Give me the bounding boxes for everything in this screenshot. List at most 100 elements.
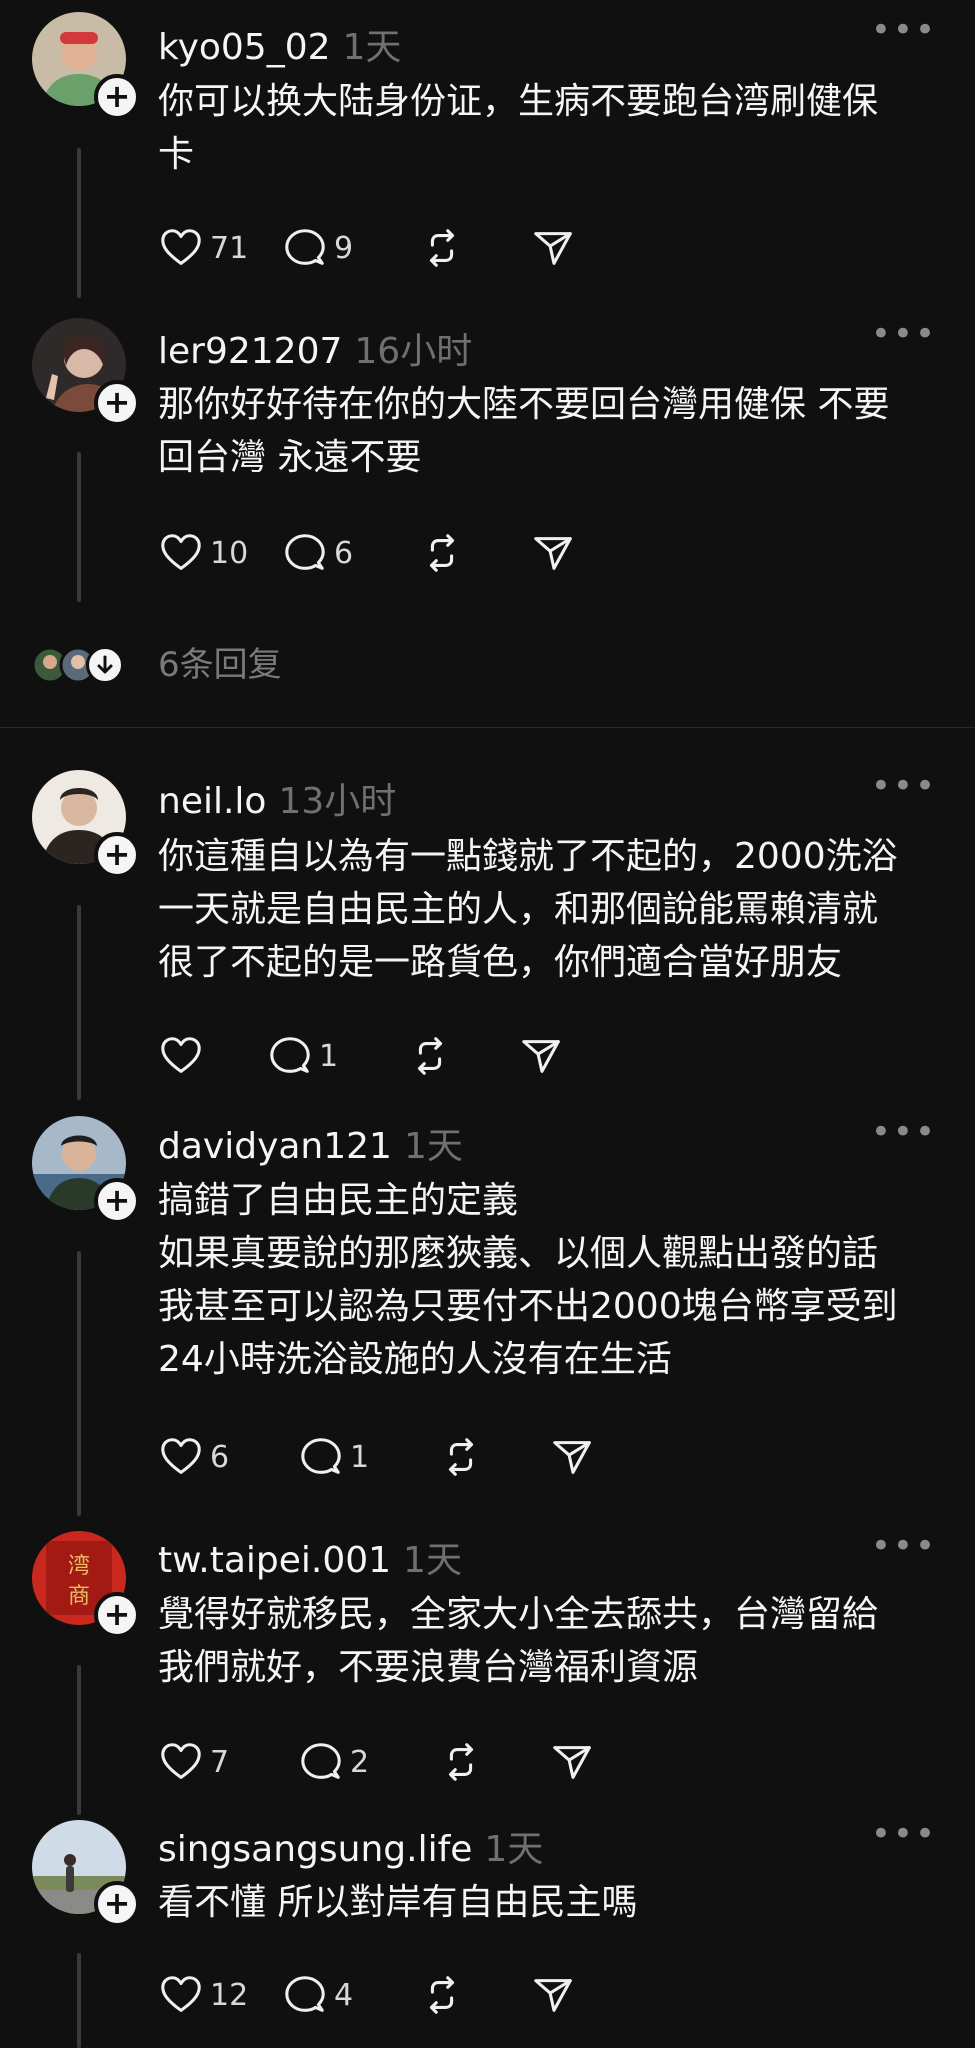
- follow-plus-icon[interactable]: +: [94, 1592, 140, 1638]
- like-count: 12: [210, 1977, 249, 2013]
- share-button[interactable]: [530, 223, 576, 273]
- follow-plus-icon[interactable]: +: [94, 1881, 140, 1927]
- heart-icon: [158, 530, 204, 576]
- action-bar: 7 2: [158, 1737, 595, 1787]
- comment-button[interactable]: 9: [282, 223, 419, 273]
- username[interactable]: ler921207 16小时: [158, 322, 472, 374]
- comment-count: 1: [319, 1038, 339, 1074]
- comment-button[interactable]: 6: [282, 528, 419, 578]
- more-icon[interactable]: •••: [871, 766, 937, 806]
- divider: [0, 727, 975, 728]
- repost-button[interactable]: [407, 1031, 518, 1081]
- post-text: 覺得好就移民，全家大小全去舔共，台灣留給 我們就好，不要浪費台灣福利資源: [158, 1588, 948, 1694]
- heart-icon: [158, 1033, 204, 1079]
- more-icon[interactable]: •••: [871, 1526, 937, 1566]
- like-count: 71: [210, 230, 249, 266]
- comment-button[interactable]: 2: [298, 1737, 438, 1787]
- more-icon[interactable]: •••: [871, 10, 937, 50]
- like-button[interactable]: 71: [158, 223, 282, 273]
- post-text: 看不懂 所以對岸有自由民主嗎: [158, 1876, 948, 1929]
- repost-icon: [419, 1972, 465, 2018]
- repost-icon: [419, 225, 465, 271]
- like-count: 10: [210, 535, 249, 571]
- follow-plus-icon[interactable]: +: [94, 832, 140, 878]
- share-button[interactable]: [530, 1970, 576, 2020]
- action-bar: 71 9: [158, 223, 576, 273]
- like-button[interactable]: 6: [158, 1432, 298, 1482]
- post-time: 1天: [342, 27, 402, 68]
- repost-button[interactable]: [419, 1970, 530, 2020]
- share-button[interactable]: [549, 1432, 595, 1482]
- post-text-line: 你可以换大陆身份证，生病不要跑台湾刷健保: [158, 81, 879, 122]
- comment-button[interactable]: 1: [298, 1432, 438, 1482]
- post-text-line: 卡: [158, 134, 195, 175]
- share-button[interactable]: [518, 1031, 564, 1081]
- follow-plus-icon[interactable]: +: [94, 1178, 140, 1224]
- reply-avatars[interactable]: [30, 640, 130, 690]
- repost-icon: [438, 1739, 484, 1785]
- share-icon: [530, 530, 576, 576]
- heart-icon: [158, 1972, 204, 2018]
- comment-button[interactable]: 4: [282, 1970, 419, 2020]
- share-button[interactable]: [530, 528, 576, 578]
- username-text[interactable]: singsangsung.life: [158, 1829, 472, 1870]
- comment-button[interactable]: 1: [267, 1031, 407, 1081]
- post-text: 搞錯了自由民主的定義 如果真要說的那麼狹義、以個人觀點出發的話 我甚至可以認為只…: [158, 1174, 948, 1386]
- username-text[interactable]: tw.taipei.001: [158, 1540, 391, 1581]
- follow-plus-icon[interactable]: +: [94, 380, 140, 426]
- repost-button[interactable]: [438, 1432, 549, 1482]
- comment-count: 2: [350, 1744, 370, 1780]
- username[interactable]: neil.lo 13小时: [158, 772, 396, 824]
- heart-icon: [158, 1434, 204, 1480]
- like-button[interactable]: [158, 1031, 267, 1081]
- follow-plus-icon[interactable]: +: [94, 74, 140, 120]
- username[interactable]: singsangsung.life 1天: [158, 1820, 543, 1872]
- comment-icon: [267, 1033, 313, 1079]
- svg-text:商: 商: [68, 1584, 90, 1609]
- more-icon[interactable]: •••: [871, 1112, 937, 1152]
- username[interactable]: tw.taipei.001 1天: [158, 1531, 462, 1583]
- chevron-down-icon[interactable]: [86, 646, 124, 684]
- post-text-line: 覺得好就移民，全家大小全去舔共，台灣留給: [158, 1594, 879, 1635]
- repost-icon: [407, 1033, 453, 1079]
- action-bar: 10 6: [158, 528, 576, 578]
- post-time: 1天: [403, 1540, 462, 1581]
- repost-button[interactable]: [438, 1737, 549, 1787]
- username-text[interactable]: neil.lo: [158, 781, 266, 822]
- share-button[interactable]: [549, 1737, 595, 1787]
- like-button[interactable]: 7: [158, 1737, 298, 1787]
- thread-line: [77, 905, 81, 1100]
- post-text-line: 24小時洗浴設施的人沒有在生活: [158, 1339, 672, 1380]
- repost-icon: [419, 530, 465, 576]
- action-bar: 1: [158, 1031, 564, 1081]
- username-text[interactable]: ler921207: [158, 331, 342, 372]
- post-time: 13小时: [278, 781, 397, 822]
- like-button[interactable]: 12: [158, 1970, 282, 2020]
- comment-icon: [282, 225, 328, 271]
- view-replies-link[interactable]: 6条回复: [158, 640, 282, 690]
- username[interactable]: davidyan121 1天: [158, 1117, 463, 1169]
- share-icon: [530, 1972, 576, 2018]
- comment-count: 9: [334, 230, 354, 266]
- post-text-line: 如果真要說的那麼狹義、以個人觀點出發的話: [158, 1233, 879, 1274]
- more-icon[interactable]: •••: [871, 314, 937, 354]
- thread-line: [77, 1665, 81, 1815]
- share-icon: [549, 1739, 595, 1785]
- thread-line: [77, 452, 81, 602]
- like-button[interactable]: 10: [158, 528, 282, 578]
- more-icon[interactable]: •••: [871, 1814, 937, 1854]
- post-text-line: 那你好好待在你的大陸不要回台灣用健保 不要: [158, 384, 890, 425]
- comment-icon: [298, 1739, 344, 1785]
- username-text[interactable]: davidyan121: [158, 1126, 392, 1167]
- repost-button[interactable]: [419, 223, 530, 273]
- post-text-line: 我甚至可以認為只要付不出2000塊台幣享受到: [158, 1286, 898, 1327]
- post-text-line: 搞錯了自由民主的定義: [158, 1180, 519, 1221]
- post-text: 你這種自以為有一點錢就了不起的，2000洗浴 一天就是自由民主的人，和那個說能罵…: [158, 830, 948, 989]
- comment-icon: [282, 1972, 328, 2018]
- username[interactable]: kyo05_02 1天: [158, 18, 401, 70]
- svg-text:湾: 湾: [68, 1554, 90, 1579]
- repost-button[interactable]: [419, 528, 530, 578]
- username-text[interactable]: kyo05_02: [158, 27, 331, 68]
- comment-icon: [298, 1434, 344, 1480]
- thread-line: [77, 148, 81, 298]
